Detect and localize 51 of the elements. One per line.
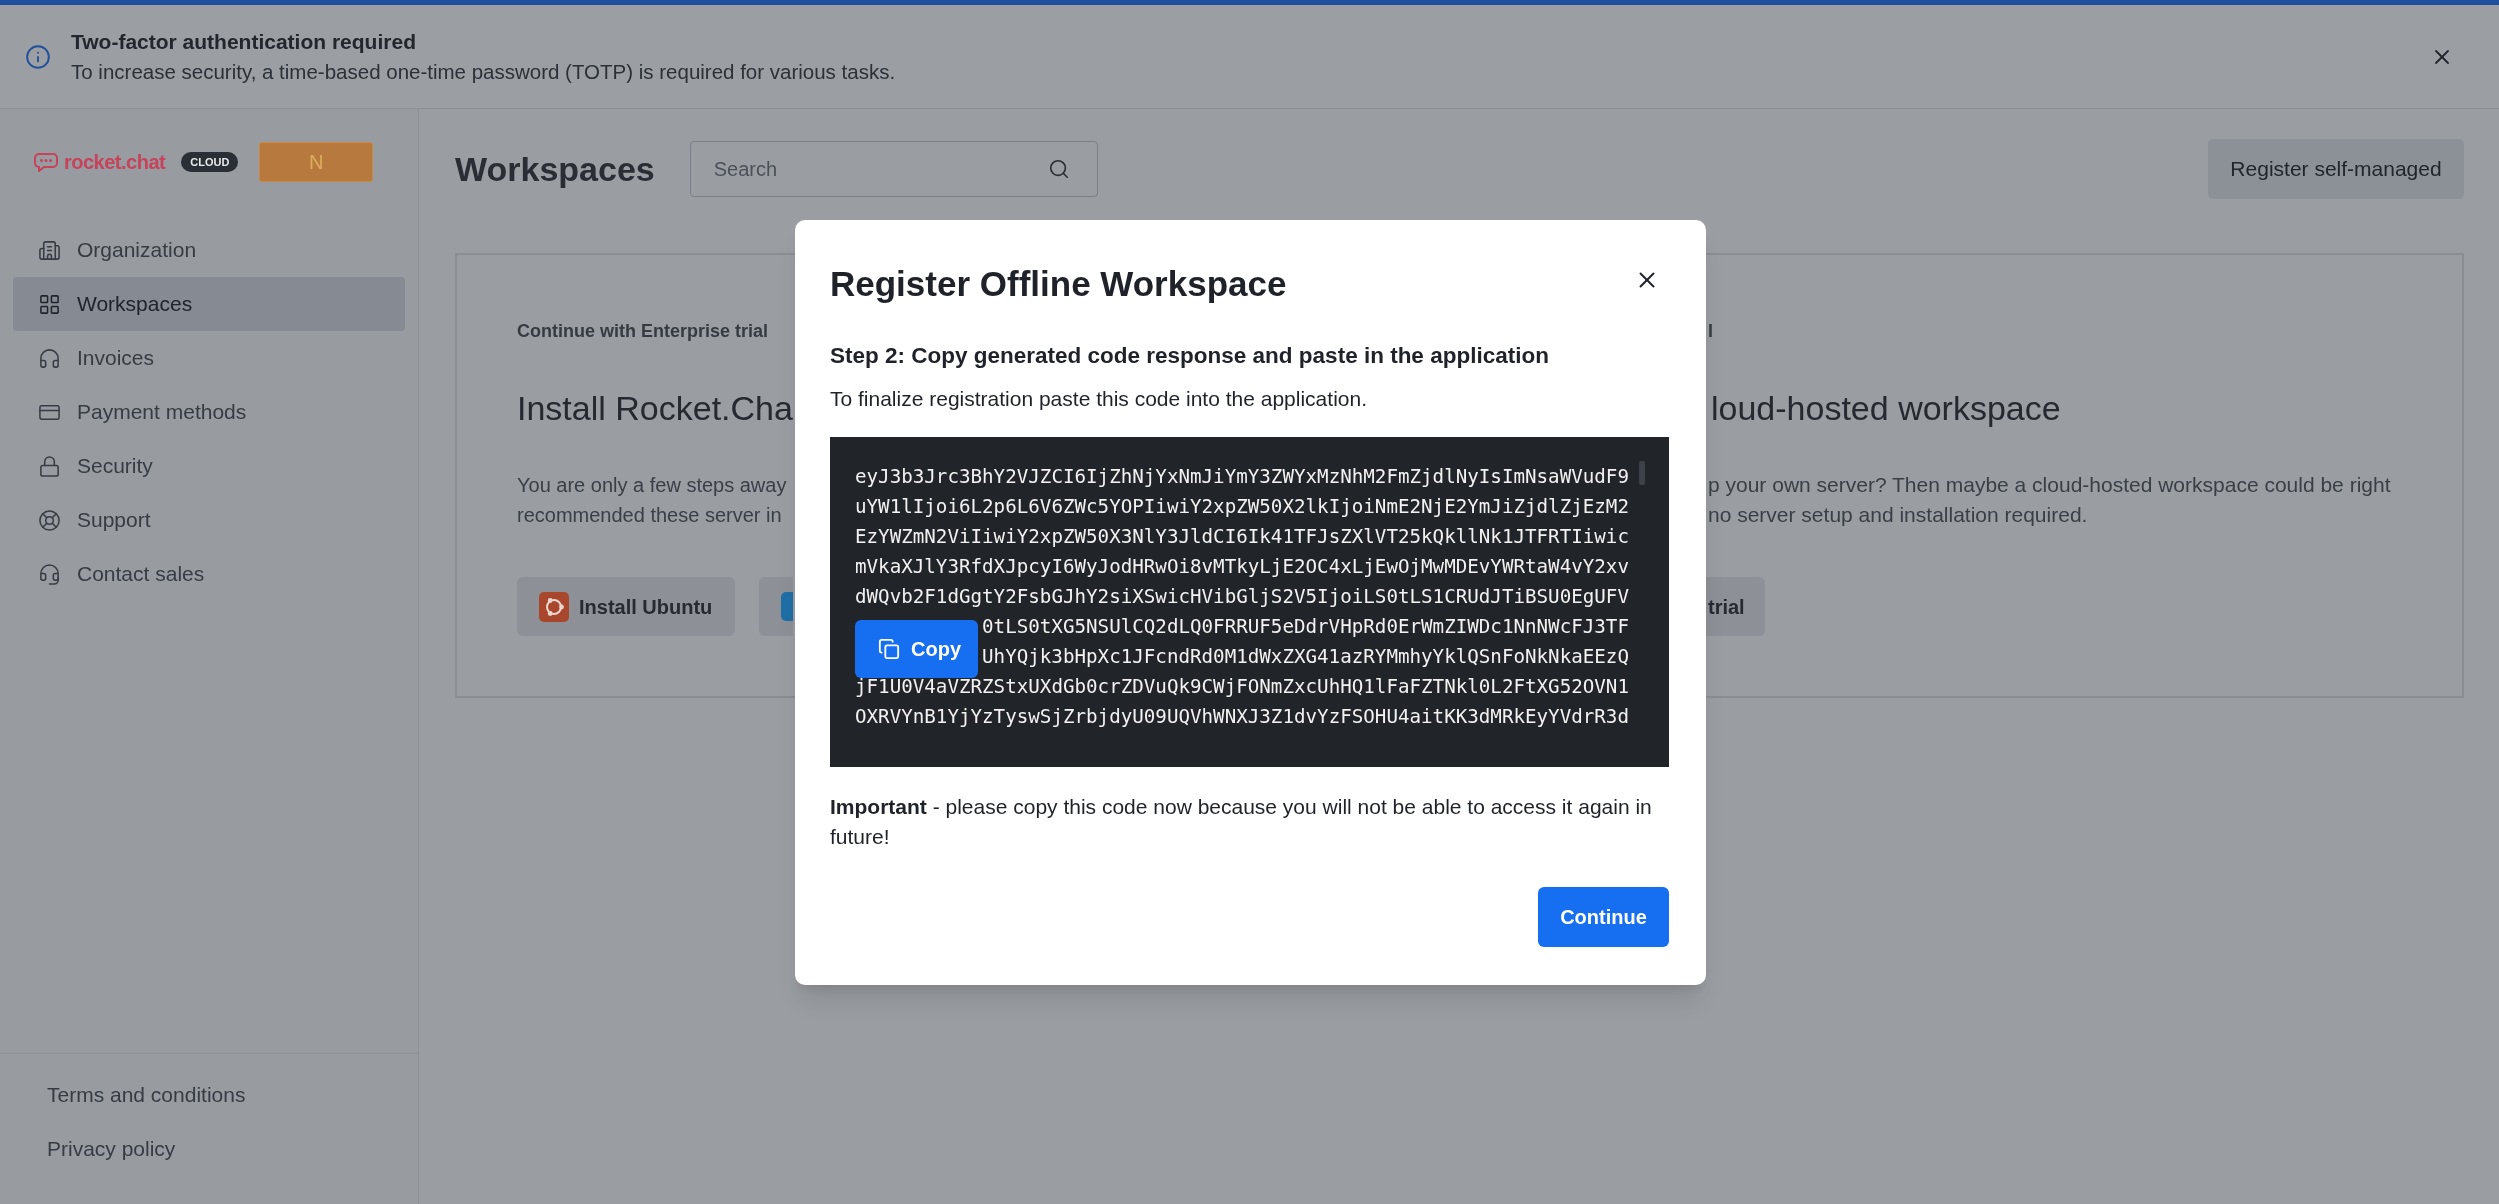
option-title: loud-hosted workspace (1710, 388, 2061, 429)
code-line: eyJ3b3Jrc3BhY2VJZCI6IjZhNjYxNmJiYmY3ZWYxMzNhM2FmZjdlNyIsImNsaWVudF9 (855, 464, 1629, 490)
option-label: Continue with Enterprise trial (517, 320, 769, 343)
sidebar-item[interactable]: Security (13, 439, 405, 493)
option-description: p your own server? Then maybe a cloud-hosted workspace could be right no server setup and installation required. (1707, 472, 2391, 528)
copy-icon (878, 638, 900, 660)
install-button[interactable]: Install Ubuntu (517, 577, 735, 636)
lifebuoy-icon (38, 508, 61, 532)
sidebar-item[interactable]: Invoices (13, 331, 405, 385)
continue-button[interactable]: Continue (1538, 887, 1669, 947)
lock-icon (38, 454, 61, 478)
code-line: EzYWZmN2ViIiwiY2xpZW50X3NlY3JldCI6Ik41TFJsZXlVT25kQkllNk1JTFRTIiwic (855, 524, 1629, 550)
option-label: l (1707, 320, 1713, 343)
footer-link[interactable]: Privacy policy (0, 1122, 180, 1176)
instruction-text: To finalize registration paste this code into the application. (830, 386, 1367, 412)
code-line: UhYQjk3bHpXc1JFcndRd0M1dWxZXG41azRYMmhyYklQSnFoNkNkaEEzQ (982, 644, 1629, 670)
option-title: Install Rocket.Cha (517, 388, 793, 429)
headset-icon (38, 562, 61, 586)
banner-title: Two-factor authentication required (71, 28, 417, 55)
logo-text: rocket.chat (64, 150, 166, 175)
option-description: You are only a few steps away recommended these server in (517, 473, 787, 528)
grid-icon (38, 292, 61, 316)
sidebar-item[interactable]: Support (13, 493, 405, 547)
code-line: dWQvb2F1dGgtY2FsbGJhY2siXSwicHVibGljS2V5IjoiLS0tLS1CRUdJTiBSU0EgUFV (855, 584, 1629, 610)
logo-icon (781, 592, 793, 621)
search-field[interactable]: Search (689, 141, 1098, 197)
chat-bubble-icon (34, 152, 58, 172)
sidebar-item[interactable]: Organization (13, 223, 405, 277)
info-icon (25, 43, 51, 70)
scrollbar-thumb[interactable] (1639, 461, 1645, 485)
sidebar-item[interactable]: Workspaces (13, 277, 405, 331)
code-line: 0tLS0tXG5NSUlCQ2dLQ0FRRUF5eDdrVHpRd0ErWmZIWDc1NnNWcFJ3TF (982, 614, 1629, 640)
edition-badge: CLOUD (181, 152, 239, 172)
page-title: Workspaces (455, 148, 655, 190)
register-button[interactable]: Register self-managed (2208, 139, 2464, 199)
banner-message: To increase security, a time-based one-time password (TOTP) is required for various tasks. (71, 58, 896, 85)
sidebar-item[interactable]: Payment methods (13, 385, 405, 439)
code-line: OXRVYnB1YjYzTyswSjZrbjdyU09UQVhWNXJ3Z1dvYzFSOHU4aitKK3dMRkEyYVdrR3d (855, 704, 1629, 730)
important-note: Important - please copy this code now because you will not be able to access it again in future! (830, 794, 1653, 850)
ring-logo-icon (539, 591, 569, 622)
code-line: uYW1lIjoi6L2p6L6V6ZWc5YOPIiwiY2xpZW50X2lkIjoiNmE2NjE2YmJiZjdlZjEzM2 (855, 494, 1629, 520)
footer-link[interactable]: Terms and conditions (0, 1068, 250, 1122)
step-title: Step 2: Copy generated code response and paste in the application (830, 342, 1549, 370)
building-icon (38, 238, 61, 262)
copy-button[interactable]: Copy (855, 620, 978, 678)
dialog-title: Register Offline Workspace (830, 263, 1287, 305)
sidebar-item[interactable]: Contact sales (13, 547, 405, 601)
code-line: mVkaXJlY3RfdXJpcyI6WyJodHRwOi8vMTkyLjE2OC4xLjEwOjMwMDEvYWRtaW4vY2xv (855, 554, 1629, 580)
search-icon (1047, 158, 1070, 180)
trial-button[interactable]: trial (1705, 577, 1765, 636)
headphones-icon (38, 346, 61, 370)
